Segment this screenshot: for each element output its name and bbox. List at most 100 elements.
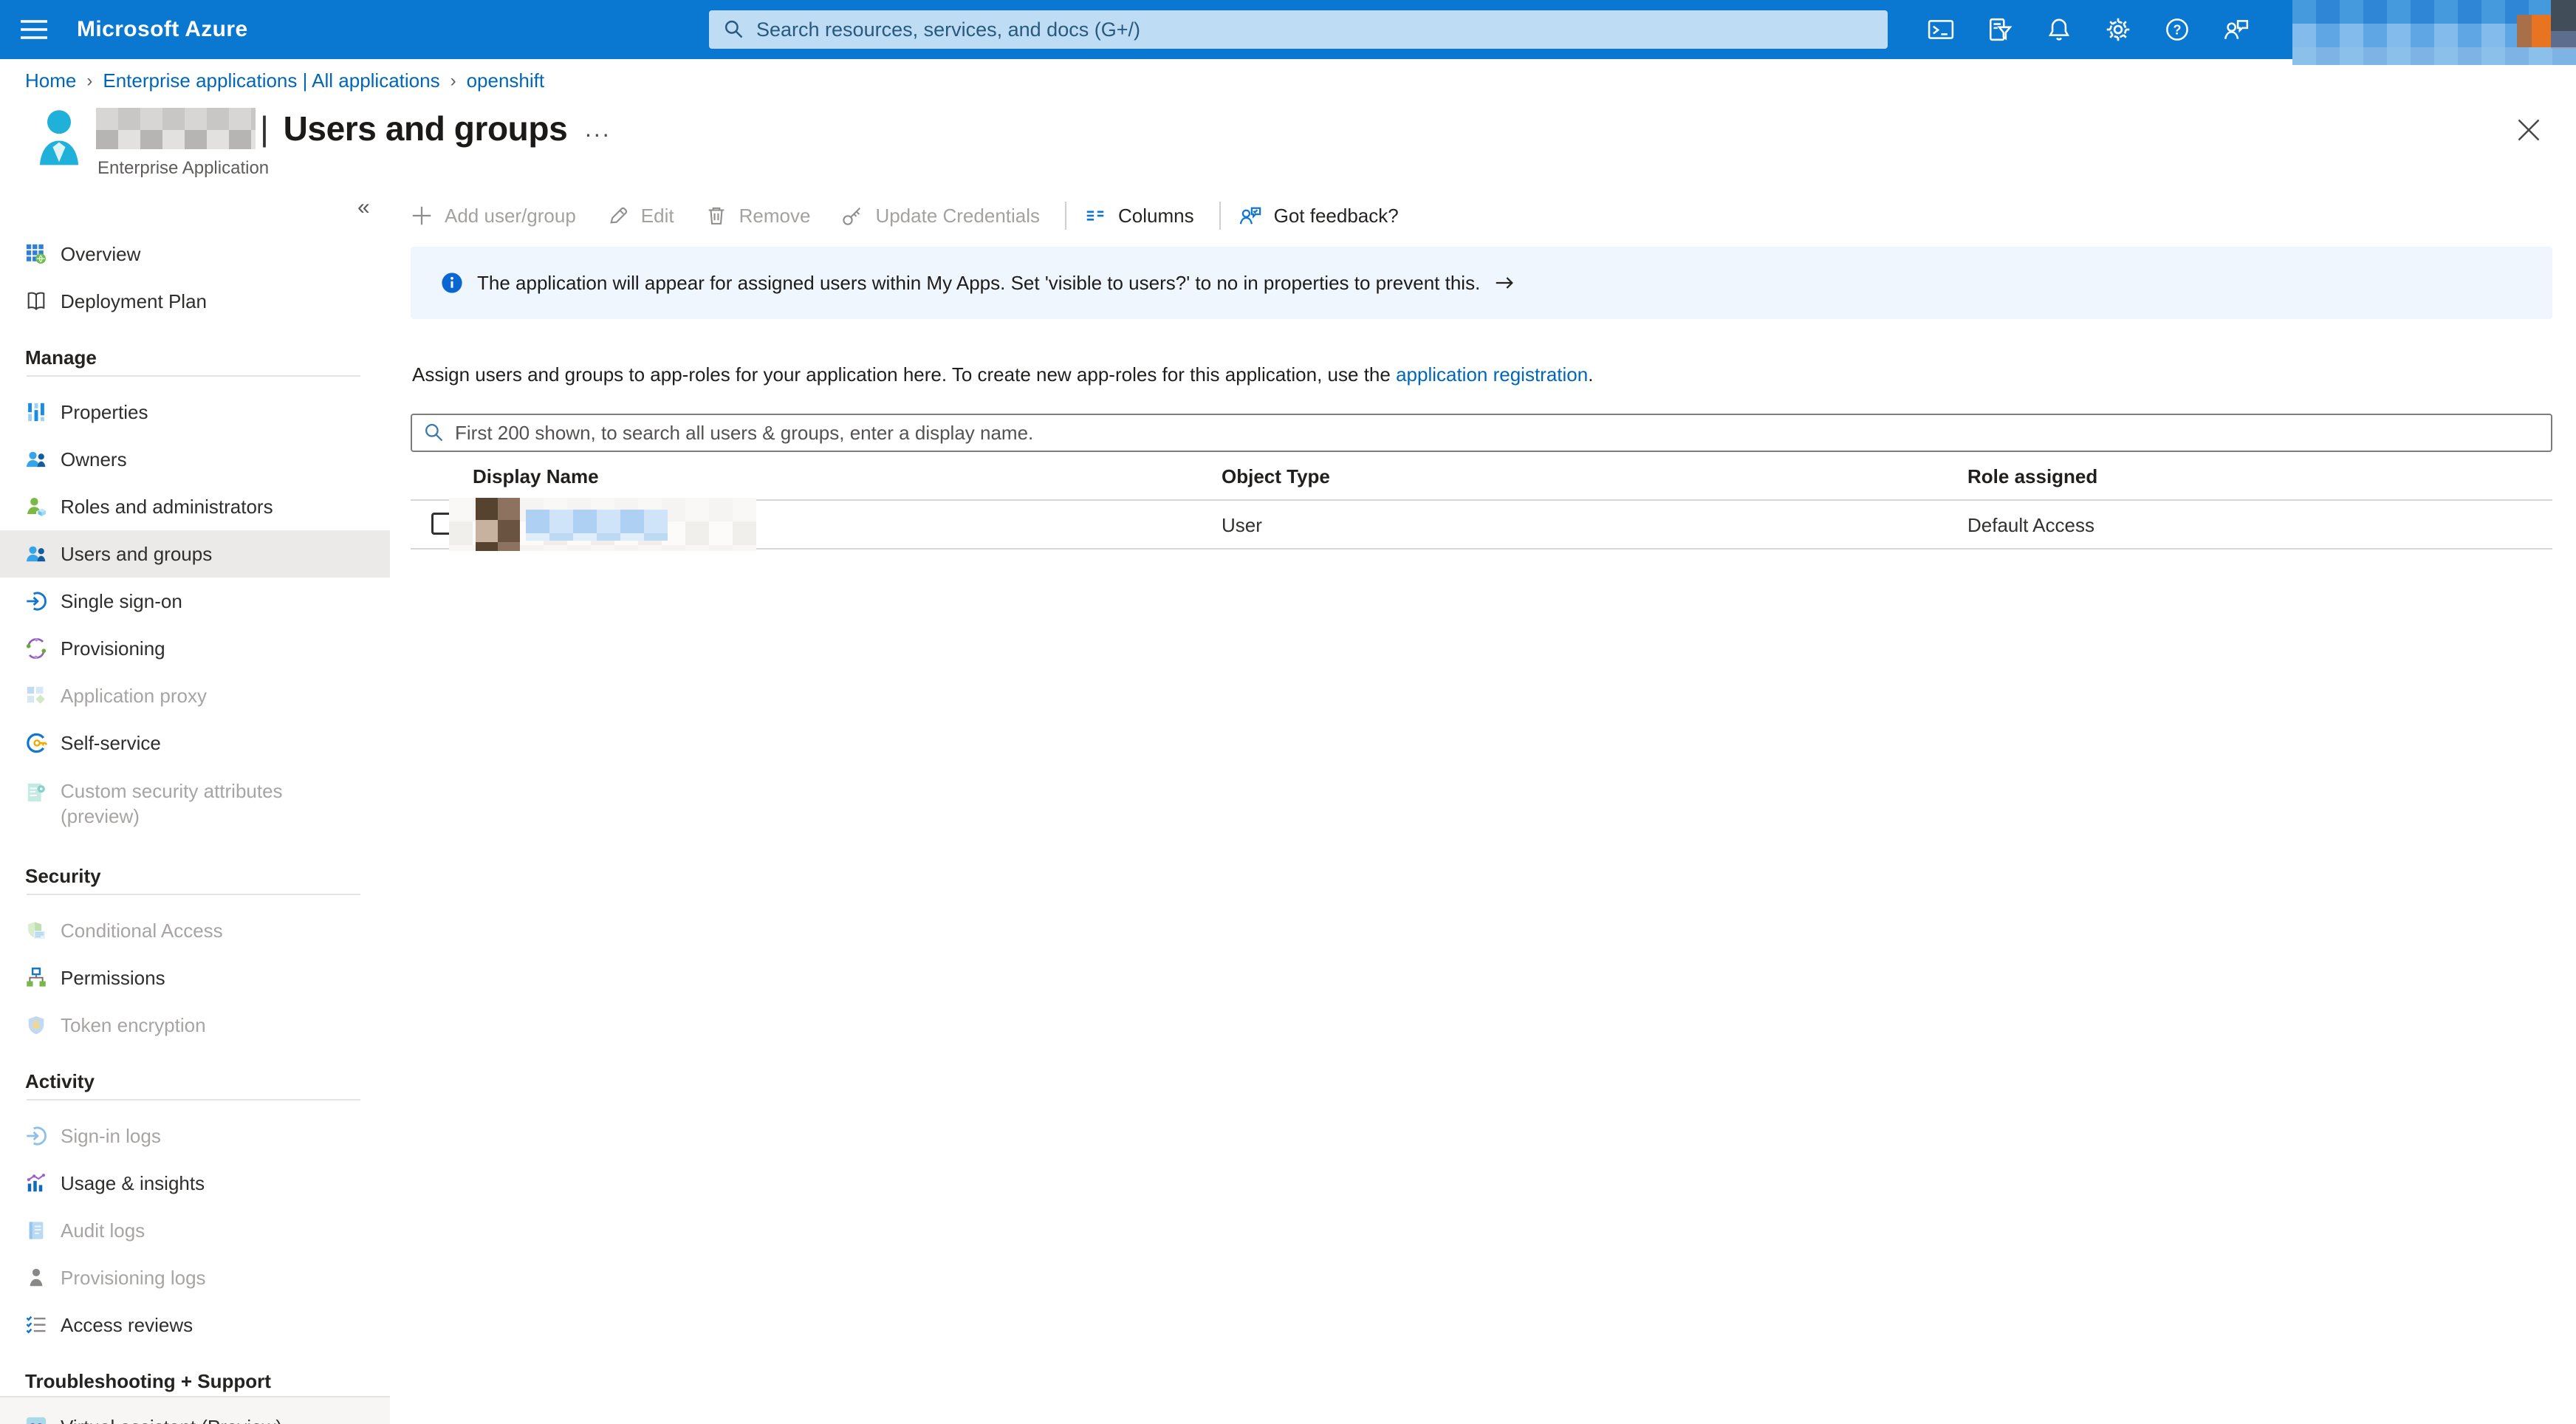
audit-logs-icon (25, 1219, 47, 1242)
app-name-redacted (96, 108, 256, 149)
settings-gear-button[interactable] (2089, 0, 2148, 59)
info-banner: The application will appear for assigned… (411, 247, 2552, 319)
enterprise-app-avatar-icon (35, 106, 83, 168)
owners-icon (25, 448, 47, 470)
title-separator: | (260, 109, 269, 148)
application-registration-link[interactable]: application registration (1396, 363, 1588, 386)
sidebar-item-permissions[interactable]: Permissions (0, 954, 390, 1002)
virtual-assistant-icon (25, 1416, 47, 1424)
update-credentials-button[interactable]: Update Credentials (841, 205, 1040, 227)
edit-pencil-icon (607, 205, 629, 227)
sidebar-item-virtual-assistant[interactable]: Virtual assistant (Preview) (0, 1403, 390, 1424)
sidebar-item-properties[interactable]: Properties (0, 388, 390, 436)
feedback-smile-icon (1239, 205, 1262, 227)
breadcrumb-separator-icon: › (451, 71, 456, 92)
directory-filter-button[interactable] (1970, 0, 2029, 59)
sidebar-item-provisioning[interactable]: Provisioning (0, 625, 390, 672)
token-encryption-icon (25, 1014, 47, 1036)
sidebar-item-access-reviews[interactable]: Access reviews (0, 1301, 390, 1349)
sidebar-item-owners[interactable]: Owners (0, 436, 390, 483)
self-service-icon (25, 732, 47, 754)
breadcrumb-enterprise-apps[interactable]: Enterprise applications | All applicatio… (103, 69, 439, 92)
page-header: | Users and groups ... Enterprise Applic… (0, 97, 2576, 186)
avatar (2517, 15, 2551, 47)
sidebar-section-security: Security (0, 858, 390, 894)
sidebar-item-overview[interactable]: Overview (0, 230, 390, 278)
access-reviews-icon (25, 1314, 47, 1336)
overview-icon (25, 243, 47, 265)
cloud-shell-button[interactable] (1911, 0, 1970, 59)
page-title: Users and groups (284, 109, 568, 148)
sidebar-item-users-and-groups[interactable]: Users and groups (0, 530, 390, 578)
column-role-assigned[interactable]: Role assigned (1967, 465, 2097, 488)
breadcrumb-separator-icon: › (86, 71, 92, 92)
cell-role-assigned: Default Access (1967, 514, 2094, 537)
roles-administrators-icon (25, 496, 47, 518)
sidebar-section-manage: Manage (0, 340, 390, 375)
user-display-name-redacted (449, 498, 756, 551)
command-bar: Add user/group Edit Remove Update Creden… (411, 195, 1430, 236)
remove-button[interactable]: Remove (705, 205, 811, 227)
provisioning-logs-icon (25, 1267, 47, 1289)
columns-button[interactable]: Columns (1084, 205, 1194, 227)
global-search-box[interactable] (709, 10, 1888, 49)
global-search-input[interactable] (756, 18, 1873, 41)
columns-icon (1084, 205, 1106, 227)
add-user-group-button[interactable]: Add user/group (411, 205, 576, 227)
sidebar-item-single-sign-on[interactable]: Single sign-on (0, 578, 390, 625)
notifications-button[interactable] (2029, 0, 2089, 59)
users-table: Display Name Object Type Role assigned U… (411, 452, 2552, 550)
close-blade-icon[interactable] (2515, 117, 2542, 143)
column-object-type[interactable]: Object Type (1222, 465, 1330, 488)
more-actions-button[interactable]: ... (585, 115, 612, 143)
hamburger-menu-icon[interactable] (19, 18, 49, 41)
main-content: Add user/group Edit Remove Update Creden… (411, 186, 2552, 1424)
search-icon (724, 19, 744, 40)
usage-insights-icon (25, 1172, 47, 1194)
svg-text:?: ? (2173, 22, 2181, 37)
user-search-input[interactable] (455, 422, 2539, 445)
user-search-box[interactable] (411, 414, 2552, 452)
brand-title[interactable]: Microsoft Azure (77, 17, 248, 42)
breadcrumb: Home › Enterprise applications | All app… (25, 69, 544, 92)
sidebar-nav: « Overview Deployment Plan Manage Proper… (0, 186, 390, 1424)
breadcrumb-openshift[interactable]: openshift (467, 69, 545, 92)
trash-icon (705, 205, 727, 227)
sidebar-item-deployment-plan[interactable]: Deployment Plan (0, 278, 390, 325)
sidebar-item-application-proxy[interactable]: Application proxy (0, 672, 390, 719)
sign-in-logs-icon (25, 1125, 47, 1147)
key-icon (841, 205, 863, 227)
sidebar-item-custom-security-attributes[interactable]: Custom security attributes (preview) (0, 767, 390, 843)
user-avatar-redacted (476, 498, 520, 551)
permissions-icon (25, 967, 47, 989)
sidebar-item-provisioning-logs[interactable]: Provisioning logs (0, 1254, 390, 1301)
help-button[interactable]: ? (2148, 0, 2207, 59)
cell-object-type: User (1222, 514, 1262, 537)
edit-button[interactable]: Edit (607, 205, 674, 227)
sidebar-collapse-button[interactable]: « (357, 195, 370, 220)
banner-text: The application will appear for assigned… (477, 272, 1480, 295)
table-row[interactable]: User Default Access (411, 501, 2552, 550)
sidebar-item-sign-in-logs[interactable]: Sign-in logs (0, 1112, 390, 1160)
sidebar-item-usage-insights[interactable]: Usage & insights (0, 1160, 390, 1207)
page-subtitle: Enterprise Application (97, 158, 269, 179)
sidebar-item-self-service[interactable]: Self-service (0, 719, 390, 767)
add-icon (411, 205, 433, 227)
properties-icon (25, 401, 47, 423)
sidebar-section-activity: Activity (0, 1064, 390, 1099)
account-info-redacted[interactable] (2292, 0, 2576, 65)
sidebar-item-audit-logs[interactable]: Audit logs (0, 1207, 390, 1254)
sidebar-item-conditional-access[interactable]: Conditional Access (0, 907, 390, 954)
conditional-access-icon (25, 920, 47, 942)
sidebar-item-roles-and-administrators[interactable]: Roles and administrators (0, 483, 390, 530)
arrow-right-icon[interactable] (1493, 272, 1515, 294)
breadcrumb-home[interactable]: Home (25, 69, 76, 92)
users-and-groups-icon (25, 543, 47, 565)
custom-security-attributes-icon (25, 781, 47, 804)
feedback-button[interactable] (2207, 0, 2266, 59)
deployment-plan-icon (25, 290, 47, 312)
sidebar-item-token-encryption[interactable]: Token encryption (0, 1002, 390, 1049)
column-display-name[interactable]: Display Name (473, 465, 599, 488)
application-proxy-icon (25, 685, 47, 707)
got-feedback-button[interactable]: Got feedback? (1239, 205, 1399, 227)
